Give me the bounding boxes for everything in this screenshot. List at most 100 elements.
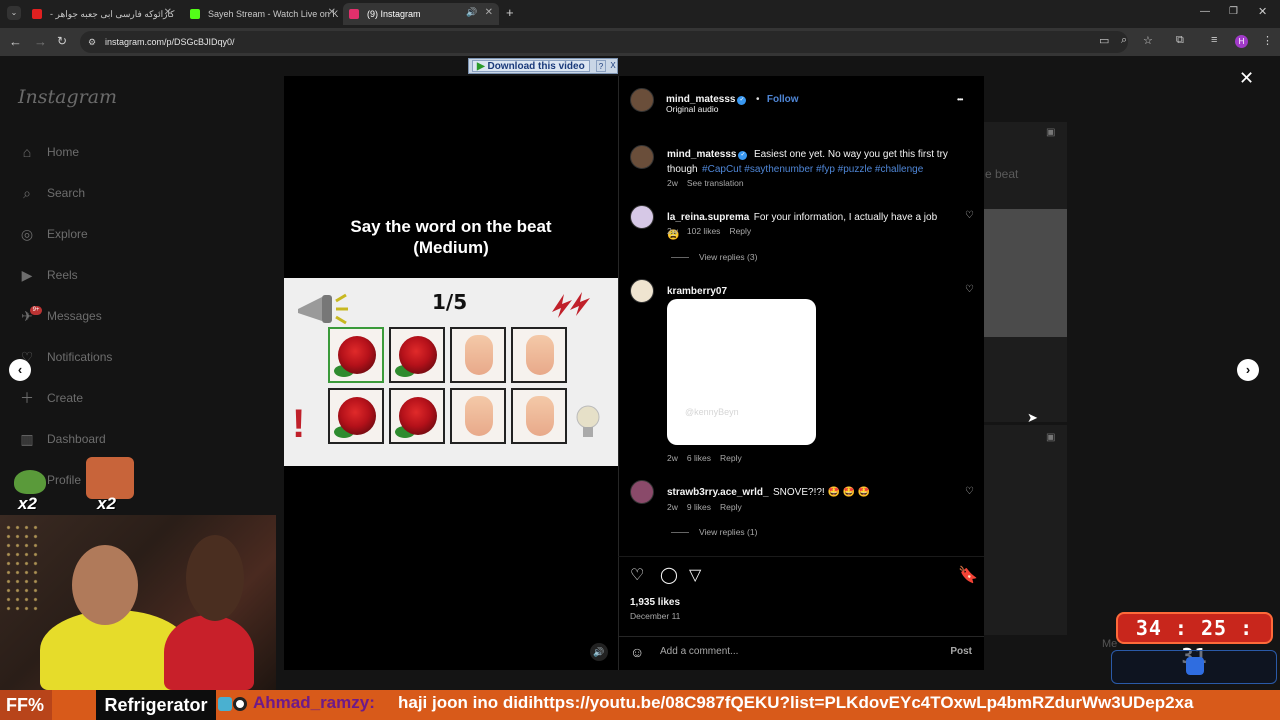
maximize-icon[interactable]: ❐ — [1229, 6, 1238, 17]
reply-button[interactable]: Reply — [720, 453, 742, 463]
comment-age: 2w — [667, 453, 678, 463]
install-app-icon[interactable]: ▭ — [1099, 34, 1109, 47]
mouse-cursor-icon: ➤ — [1027, 410, 1038, 425]
avatar[interactable] — [630, 145, 654, 169]
zoom-icon[interactable]: ⌕ — [1121, 34, 1127, 47]
kick-icon — [190, 9, 200, 19]
like-comment-heart-icon[interactable]: ♡ — [965, 486, 974, 497]
browser-toolbar: ← → ↻ ⚙ instagram.com/p/DSGcBJIDqy0/ ▭ ⌕… — [0, 28, 1280, 56]
comment: la_reina.suprema For your information, I… — [667, 207, 952, 243]
sidebar-item-home[interactable]: ⌂ Home — [18, 141, 79, 163]
view-replies-button[interactable]: View replies (3) — [671, 252, 757, 262]
save-bookmark-icon[interactable]: 🔖 — [958, 565, 978, 585]
background-messages-label: Me — [1102, 638, 1118, 650]
instagram-logo: Instagram — [18, 86, 118, 108]
comment-input[interactable]: Add a comment... — [660, 646, 738, 657]
download-help-button[interactable]: ? — [596, 60, 606, 72]
media-controls-icon[interactable]: ≡ — [1211, 34, 1217, 46]
puzzle-cell-nose — [511, 388, 567, 444]
download-video-button[interactable]: ▶ Download this video — [472, 60, 590, 72]
view-replies-button[interactable]: View replies (1) — [671, 527, 757, 537]
caption-hashtags[interactable]: #CapCut #saythenumber #fyp #puzzle #chal… — [702, 164, 923, 175]
download-close-button[interactable]: X — [608, 60, 618, 72]
verified-badge-icon: ✓ — [738, 151, 748, 160]
avatar[interactable] — [630, 205, 654, 229]
comment-username[interactable]: kramberry07 — [667, 286, 727, 297]
sidebar-item-create[interactable]: ＋ Create — [18, 387, 83, 409]
caption-meta: 2w See translation — [667, 178, 753, 188]
back-icon[interactable]: ← — [9, 34, 22, 49]
tab-instagram[interactable]: (9) Instagram 🔊 ✕ — [343, 3, 499, 25]
comment-likes[interactable]: 102 likes — [687, 226, 721, 236]
like-comment-heart-icon[interactable]: ♡ — [965, 210, 974, 221]
extensions-icon[interactable]: ⧉ — [1176, 34, 1184, 47]
comment-likes[interactable]: 6 likes — [687, 453, 711, 463]
streamer-webcam — [0, 515, 276, 690]
like-heart-icon[interactable]: ♡ — [630, 565, 644, 585]
dashboard-icon: ▥ — [20, 431, 34, 447]
share-send-icon[interactable]: ▽ — [689, 565, 701, 585]
comment-likes[interactable]: 9 likes — [687, 502, 711, 512]
profile-avatar[interactable]: H — [1235, 35, 1248, 48]
close-tab-icon[interactable]: ✕ — [328, 7, 336, 18]
sidebar-item-label: Dashboard — [47, 432, 106, 446]
tab-kick-stream[interactable]: Sayeh Stream - Watch Live on K ✕ — [184, 3, 342, 25]
lightbulb-icon — [576, 404, 600, 444]
puzzle-counter: 1/5 — [432, 290, 468, 314]
reply-button[interactable]: Reply — [729, 226, 751, 236]
sidebar-item-reels[interactable]: ▶ Reels — [18, 264, 78, 286]
close-tab-icon[interactable]: ✕ — [164, 7, 172, 18]
new-tab-icon[interactable]: + — [506, 5, 514, 20]
bookmark-star-icon[interactable]: ☆ — [1143, 34, 1153, 47]
tab-karaoke[interactable]: کارائوکه فارسی ابی جعبه جواهر - ✕ — [26, 3, 178, 25]
sidebar-item-label: Notifications — [47, 350, 113, 364]
close-modal-icon[interactable]: ✕ — [1239, 68, 1254, 89]
caption-username[interactable]: mind_matesss — [667, 149, 736, 160]
post-comment-button[interactable]: Post — [950, 646, 972, 657]
avatar[interactable] — [630, 480, 654, 504]
sidebar-item-dashboard[interactable]: ▥ Dashboard — [18, 428, 106, 450]
comment-age: 2w — [667, 502, 678, 512]
mute-toggle-icon[interactable]: 🔊 — [590, 643, 608, 661]
sidebar-item-label: Explore — [47, 227, 88, 241]
menu-kebab-icon[interactable]: ⋮ — [1262, 34, 1273, 47]
avatar[interactable] — [630, 88, 654, 112]
tab-list-chevron-icon[interactable]: ⌄ — [7, 6, 21, 20]
minimize-icon[interactable]: — — [1200, 6, 1210, 17]
sidebar-item-search[interactable]: ⌕ Search — [18, 182, 85, 204]
original-audio-link[interactable]: Original audio — [666, 104, 718, 114]
forward-icon[interactable]: → — [34, 34, 47, 49]
explore-icon: ◎ — [20, 226, 34, 242]
url-text: instagram.com/p/DSGcBJIDqy0/ — [105, 37, 235, 47]
like-comment-heart-icon[interactable]: ♡ — [965, 284, 974, 295]
exclamation-icon: ! — [292, 402, 306, 446]
follow-button[interactable]: Follow — [767, 94, 799, 105]
see-translation-link[interactable]: See translation — [687, 178, 744, 188]
comment-bubble-icon[interactable]: ◯ — [660, 565, 678, 585]
background-puzzle-thumbnail — [984, 209, 1067, 337]
ticker-label: Refrigerator — [96, 690, 216, 720]
sidebar-item-label: Create — [47, 391, 84, 405]
reply-button[interactable]: Reply — [720, 502, 742, 512]
close-tab-icon[interactable]: ✕ — [485, 7, 493, 18]
sticker-watermark: @kennyBeyn — [685, 407, 739, 417]
comment-sticker-image[interactable] — [667, 299, 816, 445]
comment-username[interactable]: strawb3rry.ace_wrld_ — [667, 487, 769, 498]
previous-post-icon[interactable]: ‹ — [9, 359, 31, 381]
site-info-icon[interactable]: ⚙ — [88, 31, 96, 53]
address-bar[interactable]: ⚙ instagram.com/p/DSGcBJIDqy0/ — [80, 31, 1128, 53]
like-count[interactable]: 1,935 likes — [630, 597, 680, 608]
caption: mind_matesss ✓ Easiest one yet. No way yo… — [667, 146, 957, 176]
comment-username[interactable]: la_reina.suprema — [667, 212, 749, 223]
next-post-icon[interactable]: › — [1237, 359, 1259, 381]
emoji-picker-icon[interactable]: ☺ — [630, 644, 644, 660]
sidebar-item-explore[interactable]: ◎ Explore — [18, 223, 88, 245]
wallet-icon — [1186, 657, 1204, 675]
puzzle-cell-rose — [328, 327, 384, 383]
avatar[interactable] — [630, 279, 654, 303]
more-options-icon[interactable]: ••• — [957, 95, 963, 104]
close-window-icon[interactable]: ✕ — [1258, 5, 1267, 18]
audio-playing-icon[interactable]: 🔊 — [466, 7, 477, 18]
sidebar-item-notifications[interactable]: ♡ Notifications — [18, 346, 113, 368]
reload-icon[interactable]: ↻ — [57, 34, 67, 48]
